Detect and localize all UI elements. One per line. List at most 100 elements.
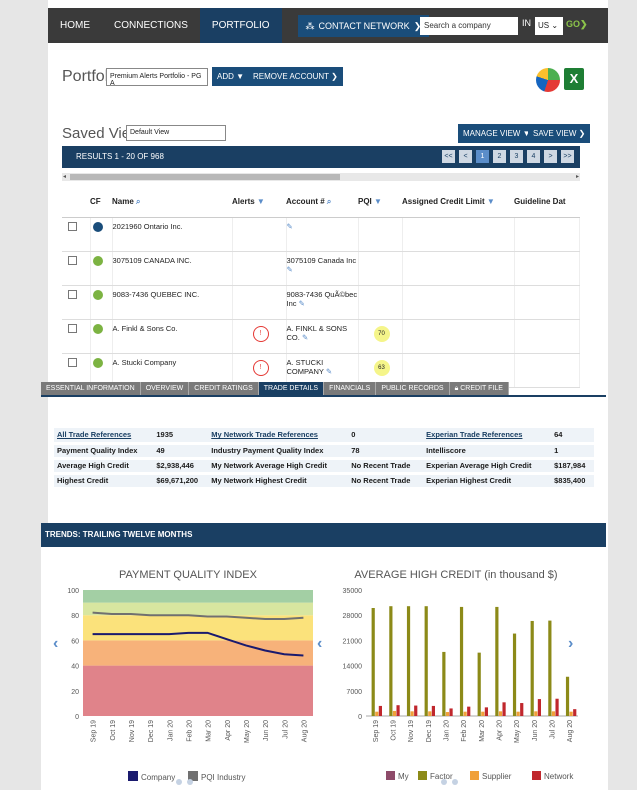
col-guideline[interactable]: Guideline Dat [514, 187, 580, 218]
go-button[interactable]: GO❯ [566, 19, 588, 30]
row-alerts [232, 285, 287, 320]
company-name[interactable]: 3075109 CANADA INC. [113, 256, 192, 265]
col-cf[interactable]: CF [90, 187, 112, 218]
page-prev[interactable]: < [459, 150, 472, 163]
row-checkbox[interactable] [68, 357, 77, 367]
bar-factor [565, 676, 570, 716]
carousel-dot[interactable] [452, 779, 458, 785]
filter-icon[interactable]: ▼ [374, 197, 382, 206]
row-alerts: ! [232, 319, 287, 354]
tab-trade-details[interactable]: TRADE DETAILS [258, 382, 325, 395]
col-pqi[interactable]: PQI ▼ [358, 187, 402, 218]
col-alerts[interactable]: Alerts ▼ [232, 187, 286, 218]
account-number: 3075109 Canada Inc [286, 255, 357, 265]
save-view-button[interactable]: SAVE VIEW ❯ [528, 124, 591, 143]
trade-label[interactable]: My Network Trade References [208, 428, 349, 445]
tab-financials[interactable]: FINANCIALS [324, 382, 377, 395]
trade-label[interactable]: Experian Trade References [423, 428, 552, 445]
col-credit-limit[interactable]: Assigned Credit Limit ▼ [402, 187, 514, 218]
edit-icon[interactable]: ✎ [299, 299, 305, 308]
row-checkbox[interactable] [68, 255, 77, 265]
tab-credit-file[interactable]: 🔒︎ CREDIT FILE [449, 382, 509, 395]
tab-overview[interactable]: OVERVIEW [140, 382, 190, 395]
contact-network-button[interactable]: ⁂ CONTACT NETWORK ❯ [297, 14, 430, 37]
company-name[interactable]: 2021960 Ontario Inc. [113, 222, 183, 231]
legend-swatch [386, 771, 395, 780]
bar-factor [442, 651, 446, 716]
add-button[interactable]: ADD ▼ [212, 67, 250, 86]
filter-icon[interactable]: ▼ [257, 197, 265, 206]
search-icon[interactable]: ⌕ [327, 197, 331, 206]
table-row[interactable]: 9083-7436 QUEBEC INC. 9083-7436 QuÃ©bec I… [62, 285, 580, 320]
search-icon[interactable]: ⌕ [136, 197, 140, 206]
edit-icon[interactable]: ✎ [302, 333, 308, 342]
table-row[interactable]: A. Finkl & Sons Co.! A. FINKL & SONS CO. … [62, 319, 580, 354]
right-gutter [608, 0, 637, 790]
table-row[interactable]: 2021960 Ontario Inc. ✎ [62, 217, 580, 252]
alert-icon[interactable]: ! [252, 359, 269, 376]
manage-view-button[interactable]: MANAGE VIEW ▼ [458, 124, 536, 143]
nav-connections[interactable]: CONNECTIONS [102, 8, 200, 43]
row-checkbox[interactable] [68, 289, 77, 299]
bar-network [396, 705, 400, 716]
y-tick-label: 14000 [343, 664, 363, 671]
table-row[interactable]: 3075109 CANADA INC. 3075109 Canada Inc ✎ [62, 251, 580, 286]
company-name[interactable]: 9083-7436 QUEBEC INC. [113, 290, 200, 299]
nav-portfolio[interactable]: PORTFOLIO [199, 8, 282, 43]
col-account-label: Account # [286, 196, 325, 206]
row-checkbox[interactable] [68, 323, 77, 333]
col-name-label: Name [112, 196, 134, 206]
row-checkbox[interactable] [68, 221, 77, 231]
scroll-thumb[interactable] [70, 174, 340, 180]
tab-credit-ratings[interactable]: CREDIT RATINGS [189, 382, 259, 395]
company-name[interactable]: A. Finkl & Sons Co. [113, 324, 178, 333]
trade-label[interactable]: All Trade References [54, 428, 154, 445]
excel-icon[interactable]: X [564, 68, 584, 90]
row-select[interactable] [62, 251, 91, 286]
remove-account-button[interactable]: REMOVE ACCOUNT ❯ [248, 67, 343, 86]
row-name[interactable]: A. Finkl & Sons Co. [112, 319, 233, 354]
col-name[interactable]: Name ⌕ [112, 187, 232, 218]
company-name[interactable]: A. Stucki Company [113, 358, 177, 367]
col-account[interactable]: Account # ⌕ [286, 187, 358, 218]
scroll-left-icon[interactable]: ◂ [63, 173, 66, 180]
page-1[interactable]: 1 [476, 150, 489, 163]
row-name[interactable]: 9083-7436 QUEBEC INC. [112, 285, 233, 320]
row-select[interactable] [62, 285, 91, 320]
scroll-right-icon[interactable]: ▸ [576, 173, 579, 180]
carousel-dot[interactable] [441, 779, 447, 785]
page-4[interactable]: 4 [527, 150, 540, 163]
page-last[interactable]: >> [561, 150, 574, 163]
in-label: IN [522, 18, 531, 28]
tab-public-records[interactable]: PUBLIC RECORDS [376, 382, 450, 395]
carousel-dot[interactable] [187, 779, 193, 785]
portfolio-select[interactable]: Premium Alerts Portfolio - PG A [106, 68, 208, 87]
saved-view-select[interactable]: Default View [126, 125, 226, 141]
y-tick-label: 100 [67, 588, 79, 595]
row-select[interactable] [62, 217, 91, 252]
edit-icon[interactable]: ✎ [287, 222, 293, 231]
pie-chart-icon[interactable] [536, 68, 560, 92]
row-select[interactable] [62, 319, 91, 354]
row-name[interactable]: 2021960 Ontario Inc. [112, 217, 233, 252]
x-tick-label: May 20 [244, 720, 251, 743]
nav-home[interactable]: HOME [48, 8, 102, 43]
row-pqi: 70 [358, 319, 403, 354]
page-first[interactable]: << [442, 150, 455, 163]
horizontal-scrollbar[interactable]: ◂ ▸ [62, 173, 580, 181]
bar-supplier [410, 711, 414, 716]
edit-icon[interactable]: ✎ [326, 367, 332, 376]
country-select[interactable]: US ⌄ [535, 17, 563, 35]
row-name[interactable]: 3075109 CANADA INC. [112, 251, 233, 286]
edit-icon[interactable]: ✎ [287, 265, 293, 274]
page-next[interactable]: > [544, 150, 557, 163]
page-3[interactable]: 3 [510, 150, 523, 163]
trade-row: Average High Credit $2,938,446 My Network … [54, 458, 594, 475]
tab-essential-information[interactable]: ESSENTIAL INFORMATION [41, 382, 141, 395]
search-input[interactable]: Search a company [420, 17, 518, 35]
page-2[interactable]: 2 [493, 150, 506, 163]
alert-icon[interactable]: ! [252, 325, 269, 342]
filter-icon[interactable]: ▼ [487, 197, 495, 206]
accounts-table: CF Name ⌕ Alerts ▼ Account # ⌕ PQI ▼ Ass… [62, 187, 580, 388]
carousel-dot[interactable] [176, 779, 182, 785]
